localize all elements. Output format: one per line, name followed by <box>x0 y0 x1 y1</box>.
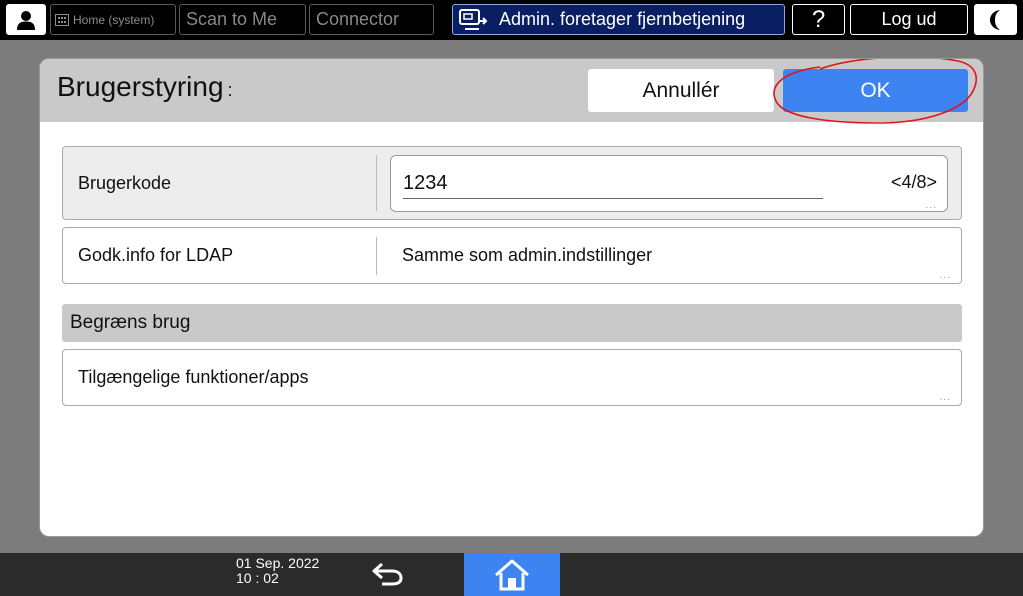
more-icon: ... <box>939 270 951 281</box>
logout-button[interactable]: Log ud <box>850 4 968 35</box>
available-functions-row[interactable]: Tilgængelige funktioner/apps ... <box>62 349 962 406</box>
user-code-row: Brugerkode 1234 <4/8> ... <box>62 146 962 220</box>
dialog-title-colon: : <box>227 80 233 100</box>
user-icon <box>17 10 35 30</box>
help-icon: ? <box>811 5 826 33</box>
admin-remote-button[interactable]: Admin. foretager fjernbetjening <box>452 4 785 35</box>
user-code-counter: <4/8> <box>890 172 937 192</box>
user-code-value: 1234 <box>403 172 448 194</box>
grid-icon <box>55 13 69 26</box>
back-arrow-icon <box>372 562 403 586</box>
remote-operation-icon <box>459 8 488 30</box>
dialog-header: Brugerstyring: Annullér OK <box>40 59 983 124</box>
date-time: 01 Sep. 2022 10 : 02 <box>236 556 319 586</box>
bottom-bar: 01 Sep. 2022 10 : 02 <box>0 553 1023 596</box>
ldap-auth-value: Samme som admin.indstillinger <box>402 245 653 265</box>
connector-tab[interactable]: Connector <box>309 4 434 35</box>
top-bar: Home (system) Scan to Me Connector Admin… <box>0 0 1023 40</box>
row-divider <box>376 155 377 211</box>
ok-button[interactable]: OK <box>783 69 968 112</box>
back-button[interactable] <box>362 557 412 591</box>
date-text: 01 Sep. 2022 <box>236 555 320 571</box>
energy-saver-button[interactable] <box>974 4 1017 35</box>
home-icon <box>495 559 529 590</box>
user-code-input[interactable]: 1234 <4/8> ... <box>390 155 948 212</box>
available-functions-label: Tilgængelige funktioner/apps <box>78 367 309 387</box>
more-icon: ... <box>925 200 937 211</box>
moon-icon <box>989 9 1000 30</box>
help-button[interactable]: ? <box>792 4 845 35</box>
restrict-use-label: Begræns brug <box>70 312 191 333</box>
dialog-title-text: Brugerstyring <box>57 71 224 102</box>
user-button[interactable] <box>6 4 46 35</box>
restrict-use-section: Begræns brug <box>62 304 962 342</box>
logout-label: Log ud <box>881 9 937 29</box>
more-icon: ... <box>939 392 951 403</box>
scan-to-me-label: Scan to Me <box>186 9 278 29</box>
home-button[interactable] <box>464 553 560 596</box>
user-management-dialog: Brugerstyring: Annullér OK Brugerkode 12… <box>40 59 983 536</box>
ldap-auth-label: Godk.info for LDAP <box>78 245 234 265</box>
cancel-button[interactable]: Annullér <box>588 69 774 112</box>
home-system-tab[interactable]: Home (system) <box>50 4 176 35</box>
ldap-auth-row[interactable]: Godk.info for LDAP Samme som admin.indst… <box>62 227 962 284</box>
admin-remote-label: Admin. foretager fjernbetjening <box>499 9 746 29</box>
connector-label: Connector <box>316 9 400 29</box>
home-system-label: Home (system) <box>73 12 155 27</box>
scan-to-me-tab[interactable]: Scan to Me <box>179 4 306 35</box>
row-divider <box>376 237 377 275</box>
user-code-label: Brugerkode <box>78 173 172 193</box>
input-underline <box>403 198 823 199</box>
time-text: 10 : 02 <box>236 570 279 586</box>
dialog-title: Brugerstyring: <box>57 71 233 103</box>
